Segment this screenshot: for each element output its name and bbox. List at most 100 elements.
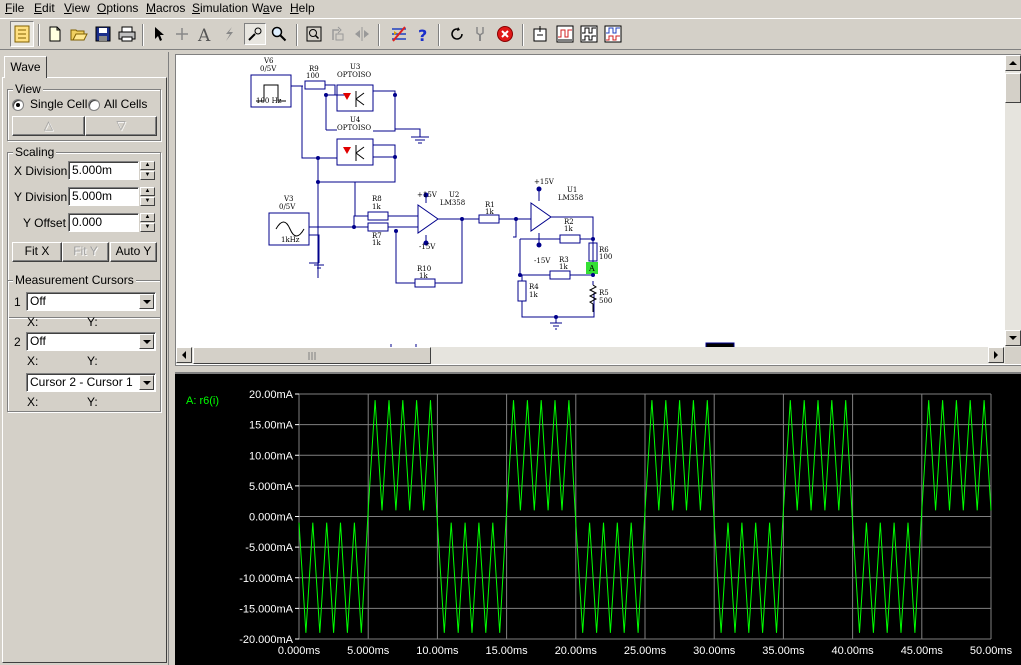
- menu-options[interactable]: Options: [97, 1, 138, 15]
- u1-part: LM358: [558, 194, 583, 202]
- y-offset-spinner[interactable]: ▲ ▼: [140, 213, 155, 232]
- y-tick-label: 10.00mA: [249, 450, 294, 462]
- chevron-down-icon[interactable]: [139, 375, 154, 390]
- zoom-fit-icon[interactable]: [303, 23, 325, 45]
- y-division-spinner[interactable]: ▲ ▼: [140, 187, 155, 206]
- y-tick-label: -15.000mA: [239, 603, 293, 615]
- waveform-view[interactable]: A: r6(i) 20.00mA 15.00mA 10.00mA 5.000mA 0.0…: [175, 372, 1021, 665]
- text-icon[interactable]: A: [194, 23, 216, 45]
- rotate-icon[interactable]: [327, 23, 349, 45]
- component-icon[interactable]: [530, 23, 552, 45]
- netlist-icon[interactable]: [388, 23, 410, 45]
- scroll-up-button[interactable]: [1005, 55, 1021, 71]
- y-tick-label: -10.000mA: [239, 573, 293, 585]
- menu-file[interactable]: File: [5, 1, 24, 15]
- cell-down-button[interactable]: ▽: [85, 116, 157, 136]
- u1-vminus: -15V: [534, 257, 551, 265]
- r3-value: 1k: [559, 263, 568, 271]
- print-icon[interactable]: [116, 23, 138, 45]
- fit-y-button[interactable]: Fit Y: [62, 242, 109, 262]
- cursor-2-x-label: X:: [27, 354, 39, 368]
- r5-name: R5: [599, 289, 609, 297]
- single-cell-radio[interactable]: [12, 99, 24, 111]
- cursor-1-select[interactable]: Off: [26, 292, 156, 311]
- cursor-diff-select[interactable]: Cursor 2 - Cursor 1: [26, 373, 156, 392]
- single-cell-label[interactable]: Single Cell: [30, 97, 87, 111]
- y-offset-field[interactable]: 0.000: [68, 213, 139, 232]
- horizontal-scroll-thumb[interactable]: [193, 347, 431, 364]
- menu-edit[interactable]: Edit: [34, 1, 55, 15]
- x-division-spinner[interactable]: ▲ ▼: [140, 161, 155, 180]
- v3-name: V3: [283, 195, 294, 203]
- r7-value: 1k: [372, 239, 381, 247]
- undo-icon[interactable]: [446, 23, 468, 45]
- wire-icon[interactable]: [218, 23, 240, 45]
- cursor-diff-value: Cursor 2 - Cursor 1: [30, 375, 133, 389]
- u2-vplus: +15V: [417, 191, 438, 199]
- chevron-down-icon[interactable]: [139, 334, 154, 349]
- stop-icon[interactable]: [494, 23, 516, 45]
- cursor-2-value: Off: [30, 334, 46, 348]
- y-division-field[interactable]: 5.000m: [68, 187, 139, 206]
- cell-up-button[interactable]: △: [12, 116, 85, 136]
- r5-value: 500: [599, 297, 612, 305]
- scroll-down-button[interactable]: [1005, 330, 1021, 346]
- tools-icon[interactable]: [469, 23, 491, 45]
- auto-y-button[interactable]: Auto Y: [110, 242, 157, 262]
- cursor-2-select[interactable]: Off: [26, 332, 156, 351]
- save-icon[interactable]: [92, 23, 114, 45]
- v6-name: V6: [263, 57, 274, 65]
- menu-view[interactable]: View: [64, 1, 90, 15]
- probe-icon[interactable]: [244, 23, 266, 45]
- v3-frequency: 1kHz: [281, 236, 300, 244]
- x-division-field[interactable]: 5.000m: [68, 161, 139, 180]
- view-group-title: View: [13, 82, 43, 96]
- schematic-drawing: V6 0/5V 100 Hz R9 100 U3 OPTOISO U4 OPTO…: [250, 57, 735, 347]
- waveform3-icon[interactable]: [602, 23, 624, 45]
- schematic-mode-icon[interactable]: [10, 21, 34, 47]
- crosshair-icon[interactable]: [171, 23, 193, 45]
- scroll-left-button[interactable]: [176, 347, 192, 363]
- menu-macros[interactable]: Macros: [146, 1, 185, 15]
- x-tick-label: 35.00ms: [762, 645, 805, 657]
- all-cells-label[interactable]: All Cells: [104, 97, 147, 111]
- u2-vminus: -15V: [419, 243, 436, 251]
- schematic-canvas[interactable]: V6 0/5V 100 Hz R9 100 U3 OPTOISO U4 OPTO…: [176, 55, 1005, 347]
- open-icon[interactable]: [68, 23, 90, 45]
- menu-wave[interactable]: Wave: [252, 1, 282, 15]
- cursor-1-y-label: Y:: [87, 315, 98, 329]
- schematic-vertical-scrollbar[interactable]: [1005, 55, 1021, 347]
- scrollbar-corner: [1005, 347, 1021, 364]
- u2-name: U2: [449, 191, 459, 199]
- waveform-icon[interactable]: [554, 23, 576, 45]
- schematic-horizontal-scrollbar[interactable]: [176, 347, 1005, 364]
- schematic-view: V6 0/5V 100 Hz R9 100 U3 OPTOISO U4 OPTO…: [175, 54, 1021, 366]
- r9-value: 100: [306, 72, 319, 80]
- scroll-right-button[interactable]: [988, 347, 1004, 363]
- fit-x-button[interactable]: Fit X: [12, 242, 62, 262]
- tab-wave[interactable]: Wave: [4, 56, 47, 78]
- pointer-icon[interactable]: [148, 23, 170, 45]
- chevron-down-icon[interactable]: [139, 294, 154, 309]
- x-tick-label: 40.00ms: [831, 645, 874, 657]
- r4-name: R4: [529, 283, 539, 291]
- x-tick-label: 30.00ms: [693, 645, 736, 657]
- r8-name: R8: [372, 195, 382, 203]
- vertical-scroll-thumb[interactable]: [1005, 73, 1021, 103]
- menu-simulation[interactable]: Simulation: [192, 1, 248, 15]
- all-cells-radio[interactable]: [88, 99, 100, 111]
- new-icon[interactable]: [44, 23, 66, 45]
- svg-text:?: ?: [418, 26, 427, 43]
- x-tick-label: 50.00ms: [970, 645, 1013, 657]
- u4-part: OPTOISO: [337, 124, 371, 132]
- cursor-diff-x-label: X:: [27, 395, 39, 409]
- trace-label: A: r6(i): [186, 395, 219, 407]
- menu-help[interactable]: Help: [290, 1, 315, 15]
- flip-icon[interactable]: [351, 23, 373, 45]
- waveform2-icon[interactable]: [578, 23, 600, 45]
- zoom-icon[interactable]: [268, 23, 290, 45]
- help-icon[interactable]: ?: [412, 23, 434, 45]
- y-tick-label: 5.000mA: [249, 481, 294, 493]
- v6-value: 0/5V: [260, 65, 277, 73]
- v6-frequency: 100 Hz: [256, 97, 282, 105]
